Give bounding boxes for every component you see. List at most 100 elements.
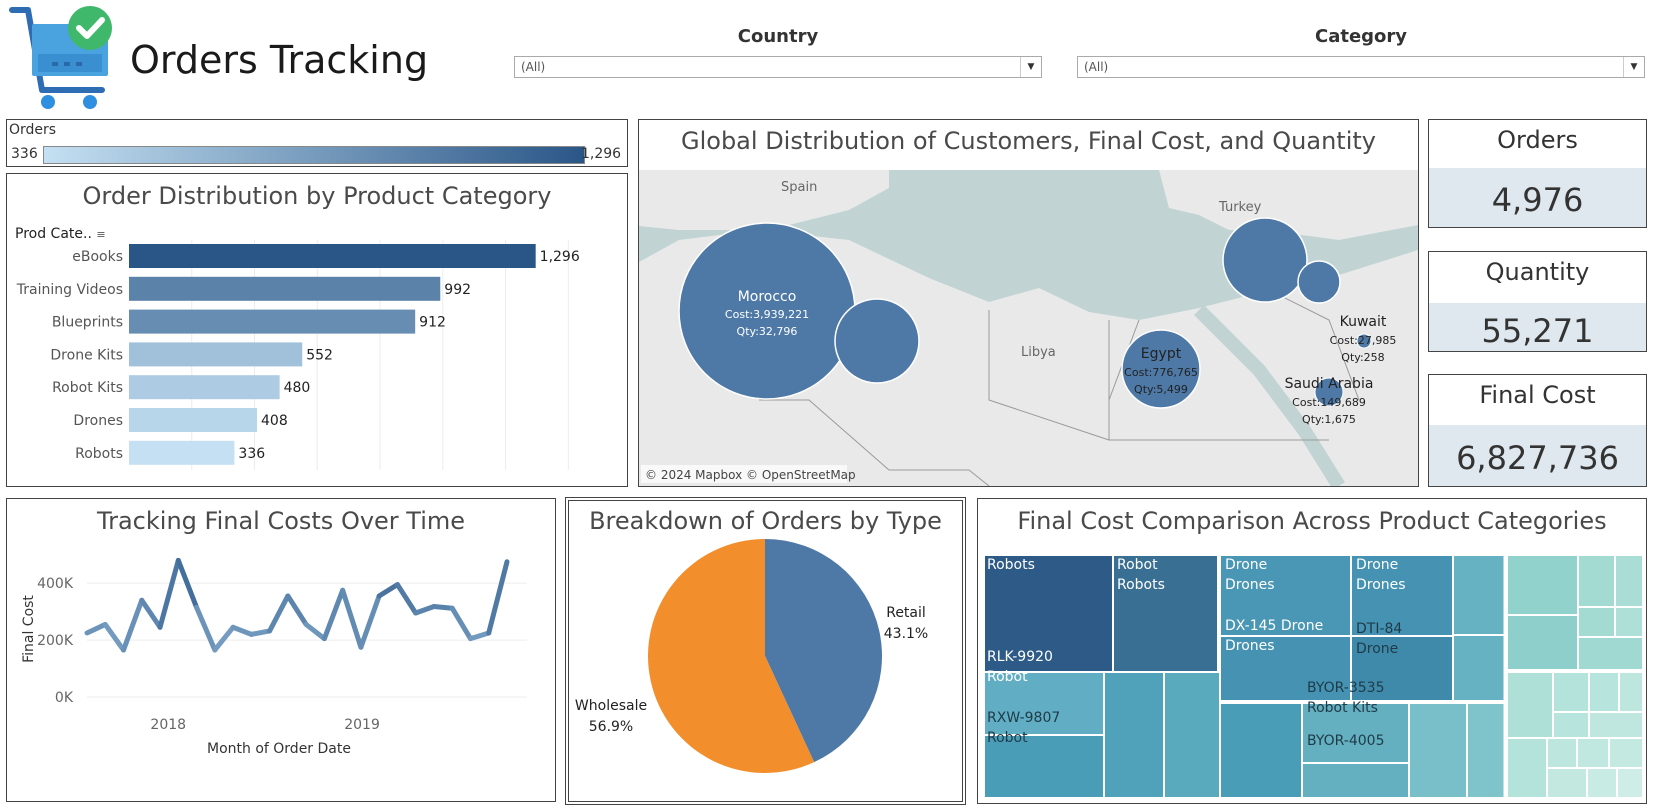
bar-chart-panel: Order Distribution by Product Category P… xyxy=(6,173,628,487)
line-chart: 0K 200K 400K 2018 2019 Month of Order Date Fin… xyxy=(21,557,527,757)
bar-value-label: 1,296 xyxy=(540,249,580,265)
treemap-cell[interactable] xyxy=(1608,737,1644,769)
line-chart-panel: Tracking Final Costs Over Time 0K 200K 400… xyxy=(6,498,556,802)
treemap-cell[interactable] xyxy=(1546,737,1578,769)
line-segment xyxy=(486,559,510,636)
treemap-cell[interactable] xyxy=(1618,671,1644,713)
treemap-cell[interactable] xyxy=(1614,554,1644,608)
treemap-cell[interactable] xyxy=(1452,634,1506,702)
y-tick-label: 200K xyxy=(37,633,74,649)
treemap-cell[interactable] xyxy=(1552,711,1590,739)
x-tick-label: 2018 xyxy=(150,717,186,733)
line-segment xyxy=(139,597,163,630)
kpi-quantity-label: Quantity xyxy=(1485,258,1590,286)
treemap-cell[interactable] xyxy=(1577,606,1616,638)
map-label-spain: Spain xyxy=(781,180,817,195)
treemap-label-micr-564k: MICR-564K Drone Drones xyxy=(1356,537,1433,593)
treemap-label-dx-145: DX-145 Drone Drones xyxy=(1225,618,1324,654)
category-filter-dropdown[interactable]: (All) ▼ xyxy=(1077,56,1645,78)
treemap-cell[interactable] xyxy=(1506,614,1579,671)
pie-label: Wholesale xyxy=(575,698,647,714)
y-axis-label: Final Cost xyxy=(21,595,37,663)
treemap-cell[interactable] xyxy=(1301,762,1410,799)
kpi-final-cost-card: Final Cost 6,827,736 xyxy=(1428,374,1647,487)
bar xyxy=(129,440,235,465)
marker-cost-saudi-arabia: Cost:149,689 xyxy=(1292,396,1366,409)
page-title: Orders Tracking xyxy=(130,38,429,82)
map-bubble[interactable] xyxy=(1222,217,1308,303)
line-segment xyxy=(376,582,400,599)
line-segment xyxy=(248,628,273,637)
treemap-cell[interactable] xyxy=(1163,671,1221,799)
bar xyxy=(129,342,303,367)
treemap-cell[interactable] xyxy=(1219,702,1303,799)
treemap-cell[interactable] xyxy=(1452,554,1506,636)
legend-min-label: 336 xyxy=(11,146,38,162)
line-segment xyxy=(285,593,309,627)
treemap-cell[interactable] xyxy=(1466,702,1506,799)
treemap-cell[interactable] xyxy=(1586,767,1618,799)
bar-chart-title: Order Distribution by Product Category xyxy=(82,182,552,210)
treemap-cell[interactable] xyxy=(1577,636,1644,671)
map[interactable]: Spain Turkey Libya Morocco Cost:3,939,22… xyxy=(639,170,1418,486)
bar-category-label: Robot Kits xyxy=(52,380,123,396)
pie-chart: Retail 43.1% Wholesale 56.9% xyxy=(575,539,928,773)
marker-name-morocco: Morocco xyxy=(738,289,797,305)
legend-title: Orders xyxy=(9,122,57,138)
treemap-cell[interactable] xyxy=(1616,767,1644,799)
treemap-cell[interactable] xyxy=(1506,554,1579,616)
kpi-final-cost-label: Final Cost xyxy=(1479,381,1596,409)
chevron-down-icon[interactable]: ▼ xyxy=(1623,57,1644,77)
bar-category-label: eBooks xyxy=(72,249,123,265)
line-segment xyxy=(84,621,108,636)
line-segment xyxy=(449,605,473,642)
marker-qty-saudi-arabia: Qty:1,675 xyxy=(1302,413,1356,426)
treemap-panel: Final Cost Comparison Across Product Cat… xyxy=(977,498,1647,804)
treemap-cell[interactable] xyxy=(1576,737,1610,769)
treemap-cell[interactable] xyxy=(1103,671,1165,799)
line-segment xyxy=(157,557,181,630)
marker-name-egypt: Egypt xyxy=(1141,346,1182,362)
pie-value-label: 56.9% xyxy=(589,719,633,735)
bar-category-label: Drones xyxy=(73,413,123,429)
treemap-cell[interactable] xyxy=(1506,671,1554,739)
bar-category-label: Robots xyxy=(75,446,123,462)
treemap-label-rlk-9920: RLK-9920 Robot xyxy=(987,649,1053,685)
line-segment xyxy=(121,597,145,653)
treemap-cell[interactable] xyxy=(1506,737,1548,799)
bar-value-label: 912 xyxy=(419,315,446,331)
map-bubble[interactable] xyxy=(834,298,920,384)
country-filter-value: (All) xyxy=(521,60,546,74)
kpi-orders-value: 4,976 xyxy=(1491,181,1584,219)
line-segment xyxy=(267,593,291,634)
line-segment xyxy=(194,604,218,653)
treemap-label-dtd-7000: DTD-7000 Drone Drones xyxy=(1225,537,1296,593)
kpi-quantity-card: Quantity 55,271 xyxy=(1428,251,1647,352)
category-filter-label: Category xyxy=(1314,26,1408,47)
y-tick-label: 0K xyxy=(55,690,74,706)
marker-cost-kuwait: Cost:27,985 xyxy=(1330,334,1397,347)
country-filter-dropdown[interactable]: (All) ▼ xyxy=(514,56,1042,78)
treemap-cell[interactable] xyxy=(1546,767,1588,799)
treemap-cell[interactable] xyxy=(1614,606,1644,638)
treemap-cell[interactable] xyxy=(1588,711,1644,739)
pie-chart-panel: Breakdown of Orders by Type Retail 43.1% W… xyxy=(565,497,966,805)
chevron-down-icon[interactable]: ▼ xyxy=(1020,57,1041,77)
line-segment xyxy=(413,603,437,616)
y-tick-label: 400K xyxy=(37,576,74,592)
pie-value-label: 43.1% xyxy=(884,626,928,642)
treemap-cell[interactable] xyxy=(1408,702,1468,799)
map-panel: Global Distribution of Customers, Final … xyxy=(638,119,1419,487)
legend-max-label: 1,296 xyxy=(581,146,622,162)
treemap-cell[interactable] xyxy=(1577,554,1616,608)
map-bubble[interactable] xyxy=(1297,260,1341,304)
treemap-label-byor-4005: BYOR-4005 xyxy=(1307,733,1385,749)
marker-cost-morocco: Cost:3,939,221 xyxy=(725,308,809,321)
bar-value-label: 336 xyxy=(238,446,265,462)
treemap-cell[interactable] xyxy=(1552,671,1590,713)
kpi-orders-card: Orders 4,976 xyxy=(1428,119,1647,228)
marker-name-saudi-arabia: Saudi Arabia xyxy=(1285,376,1374,392)
treemap-cell[interactable] xyxy=(1588,671,1620,713)
orders-color-legend: Orders 336 1,296 xyxy=(6,119,628,167)
legend-gradient xyxy=(43,146,585,164)
